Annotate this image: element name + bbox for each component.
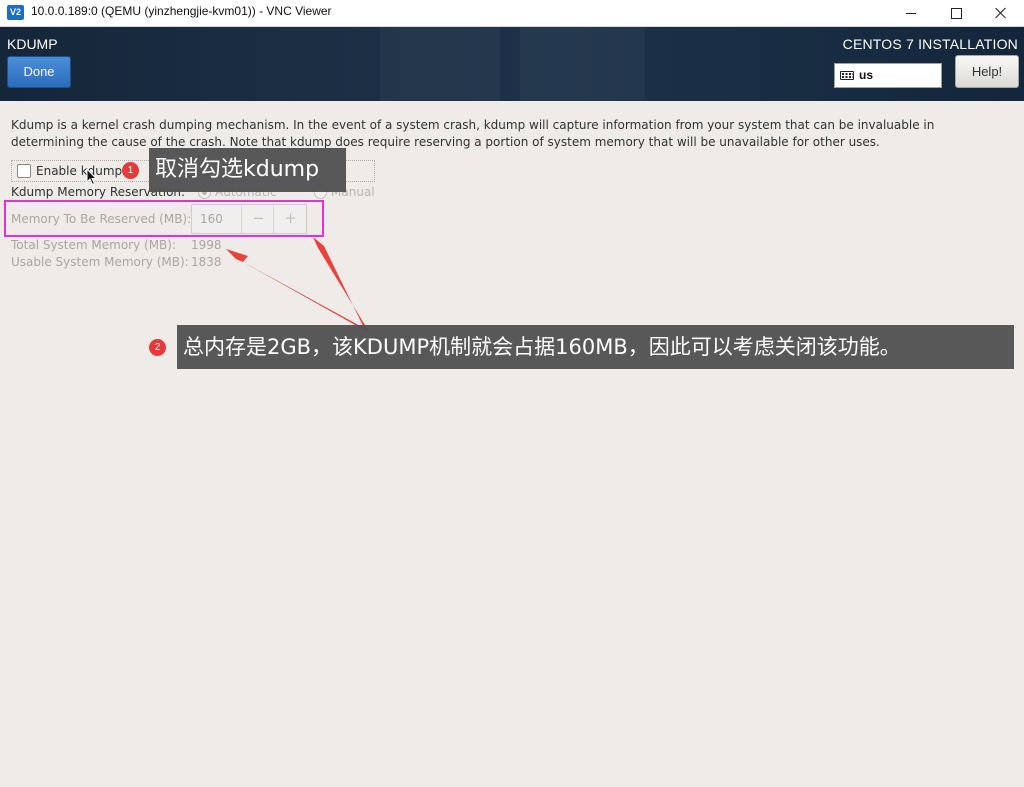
step-badge-1: 1	[122, 162, 139, 179]
step-badge-2: 2	[149, 339, 166, 356]
mouse-cursor-icon	[86, 168, 98, 186]
annotation-arrows	[226, 237, 368, 332]
arrow-to-reserved-spinner	[313, 237, 368, 332]
arrow-to-total-memory	[226, 249, 364, 330]
callout-memory-note: 总内存是2GB，该KDUMP机制就会占据160MB，因此可以考虑关闭该功能。	[177, 325, 1014, 369]
callout-uncheck-kdump: 取消勾选kdump	[149, 148, 346, 192]
